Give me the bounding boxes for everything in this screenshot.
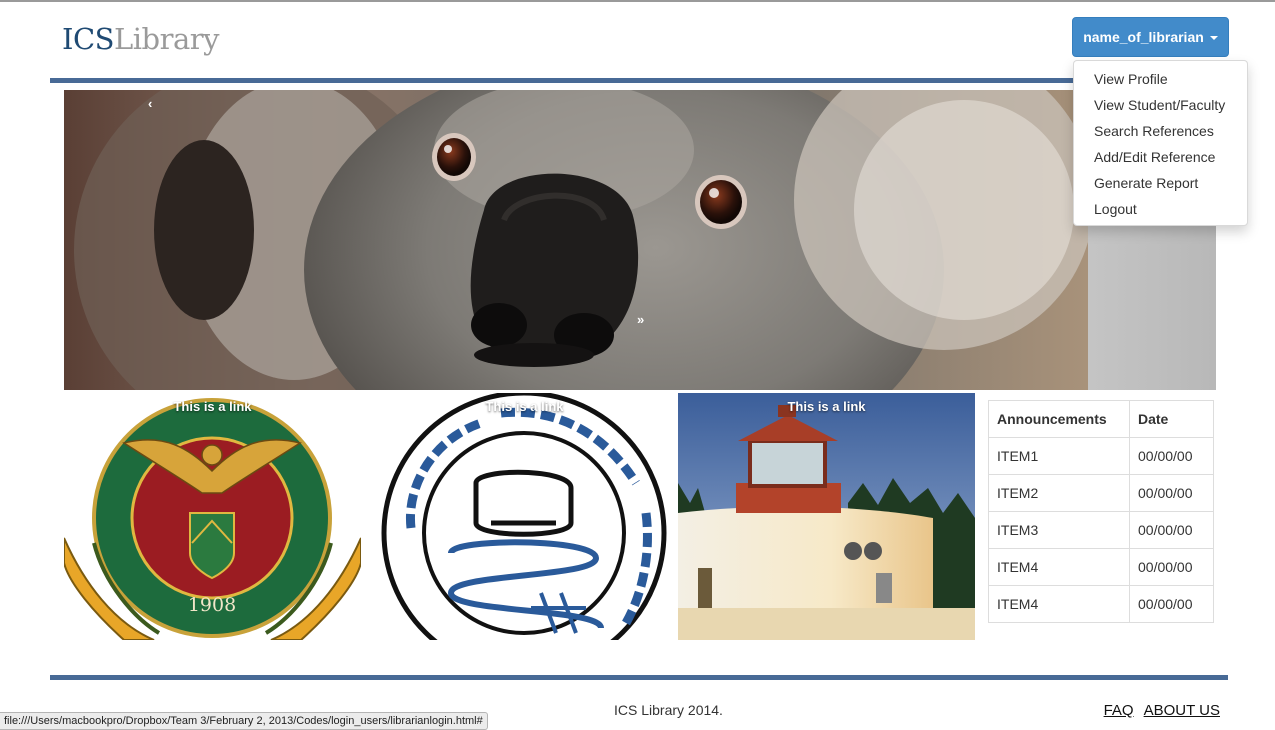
date-cell: 00/00/00 bbox=[1129, 474, 1214, 512]
koala-photo bbox=[64, 90, 1088, 390]
footer-copyright: ICS Library 2014. bbox=[614, 702, 723, 718]
carousel-prev-control[interactable]: ‹ bbox=[148, 96, 152, 111]
menu-item-view-profile[interactable]: View Profile bbox=[1074, 66, 1247, 92]
user-menu-label: name_of_librarian bbox=[1083, 29, 1204, 45]
image-carousel: ‹ » bbox=[64, 90, 1216, 390]
tile-link-1[interactable]: This is a link bbox=[64, 399, 361, 414]
announcements-table: Announcements Date ITEM1 00/00/00 ITEM2 … bbox=[988, 400, 1214, 623]
tile-lighthouse[interactable]: This is a link bbox=[678, 393, 975, 640]
menu-item-generate-report[interactable]: Generate Report bbox=[1074, 170, 1247, 196]
table-header-row: Announcements Date bbox=[988, 400, 1214, 438]
menu-item-add-edit-reference[interactable]: Add/Edit Reference bbox=[1074, 144, 1247, 170]
seal-year-text: 1908 bbox=[188, 594, 236, 616]
carousel-next-control[interactable]: » bbox=[637, 312, 644, 327]
caret-down-icon bbox=[1209, 36, 1218, 40]
table-row: ITEM2 00/00/00 bbox=[988, 474, 1214, 512]
column-header-date: Date bbox=[1129, 400, 1214, 438]
date-cell: 00/00/00 bbox=[1129, 437, 1214, 475]
table-row: ITEM4 00/00/00 bbox=[988, 585, 1214, 623]
column-header-announcements: Announcements bbox=[988, 400, 1130, 438]
window-top-border bbox=[0, 0, 1275, 2]
user-dropdown-menu: View Profile View Student/Faculty Search… bbox=[1073, 60, 1248, 226]
footer-link-faq[interactable]: FAQ bbox=[1104, 702, 1134, 719]
table-row: ITEM3 00/00/00 bbox=[988, 511, 1214, 549]
tile-up-seal[interactable]: 1908 This is a link bbox=[64, 393, 361, 640]
footer-divider bbox=[50, 675, 1228, 680]
announcement-cell: ITEM1 bbox=[988, 437, 1130, 475]
user-menu-button[interactable]: name_of_librarian bbox=[1072, 17, 1229, 57]
footer-links: FAQ ABOUT US bbox=[1104, 702, 1220, 719]
lighthouse-photo bbox=[678, 393, 975, 640]
announcement-cell: ITEM4 bbox=[988, 585, 1130, 623]
logo-library: Library bbox=[114, 22, 220, 56]
header-divider bbox=[50, 78, 1228, 83]
announcement-cell: ITEM2 bbox=[988, 474, 1130, 512]
tile-ics-seal[interactable]: This is a link bbox=[381, 393, 668, 640]
up-seal-logo: 1908 bbox=[64, 398, 361, 640]
announcement-cell: ITEM3 bbox=[988, 511, 1130, 549]
browser-status-bar: file:///Users/macbookpro/Dropbox/Team 3/… bbox=[0, 712, 488, 730]
date-cell: 00/00/00 bbox=[1129, 511, 1214, 549]
table-row: ITEM1 00/00/00 bbox=[988, 437, 1214, 475]
footer-link-about-us[interactable]: ABOUT US bbox=[1144, 702, 1220, 719]
menu-item-view-student-faculty[interactable]: View Student/Faculty bbox=[1074, 92, 1247, 118]
menu-item-logout[interactable]: Logout bbox=[1074, 196, 1247, 222]
logo-ics: ICS bbox=[62, 22, 115, 56]
tile-link-2[interactable]: This is a link bbox=[381, 399, 668, 414]
announcement-cell: ITEM4 bbox=[988, 548, 1130, 586]
table-row: ITEM4 00/00/00 bbox=[988, 548, 1214, 586]
ics-seal-logo bbox=[381, 393, 667, 640]
site-logo[interactable]: ICSLibrary bbox=[62, 22, 220, 56]
menu-item-search-references[interactable]: Search References bbox=[1074, 118, 1247, 144]
date-cell: 00/00/00 bbox=[1129, 548, 1214, 586]
date-cell: 00/00/00 bbox=[1129, 585, 1214, 623]
tile-link-3[interactable]: This is a link bbox=[678, 399, 975, 414]
